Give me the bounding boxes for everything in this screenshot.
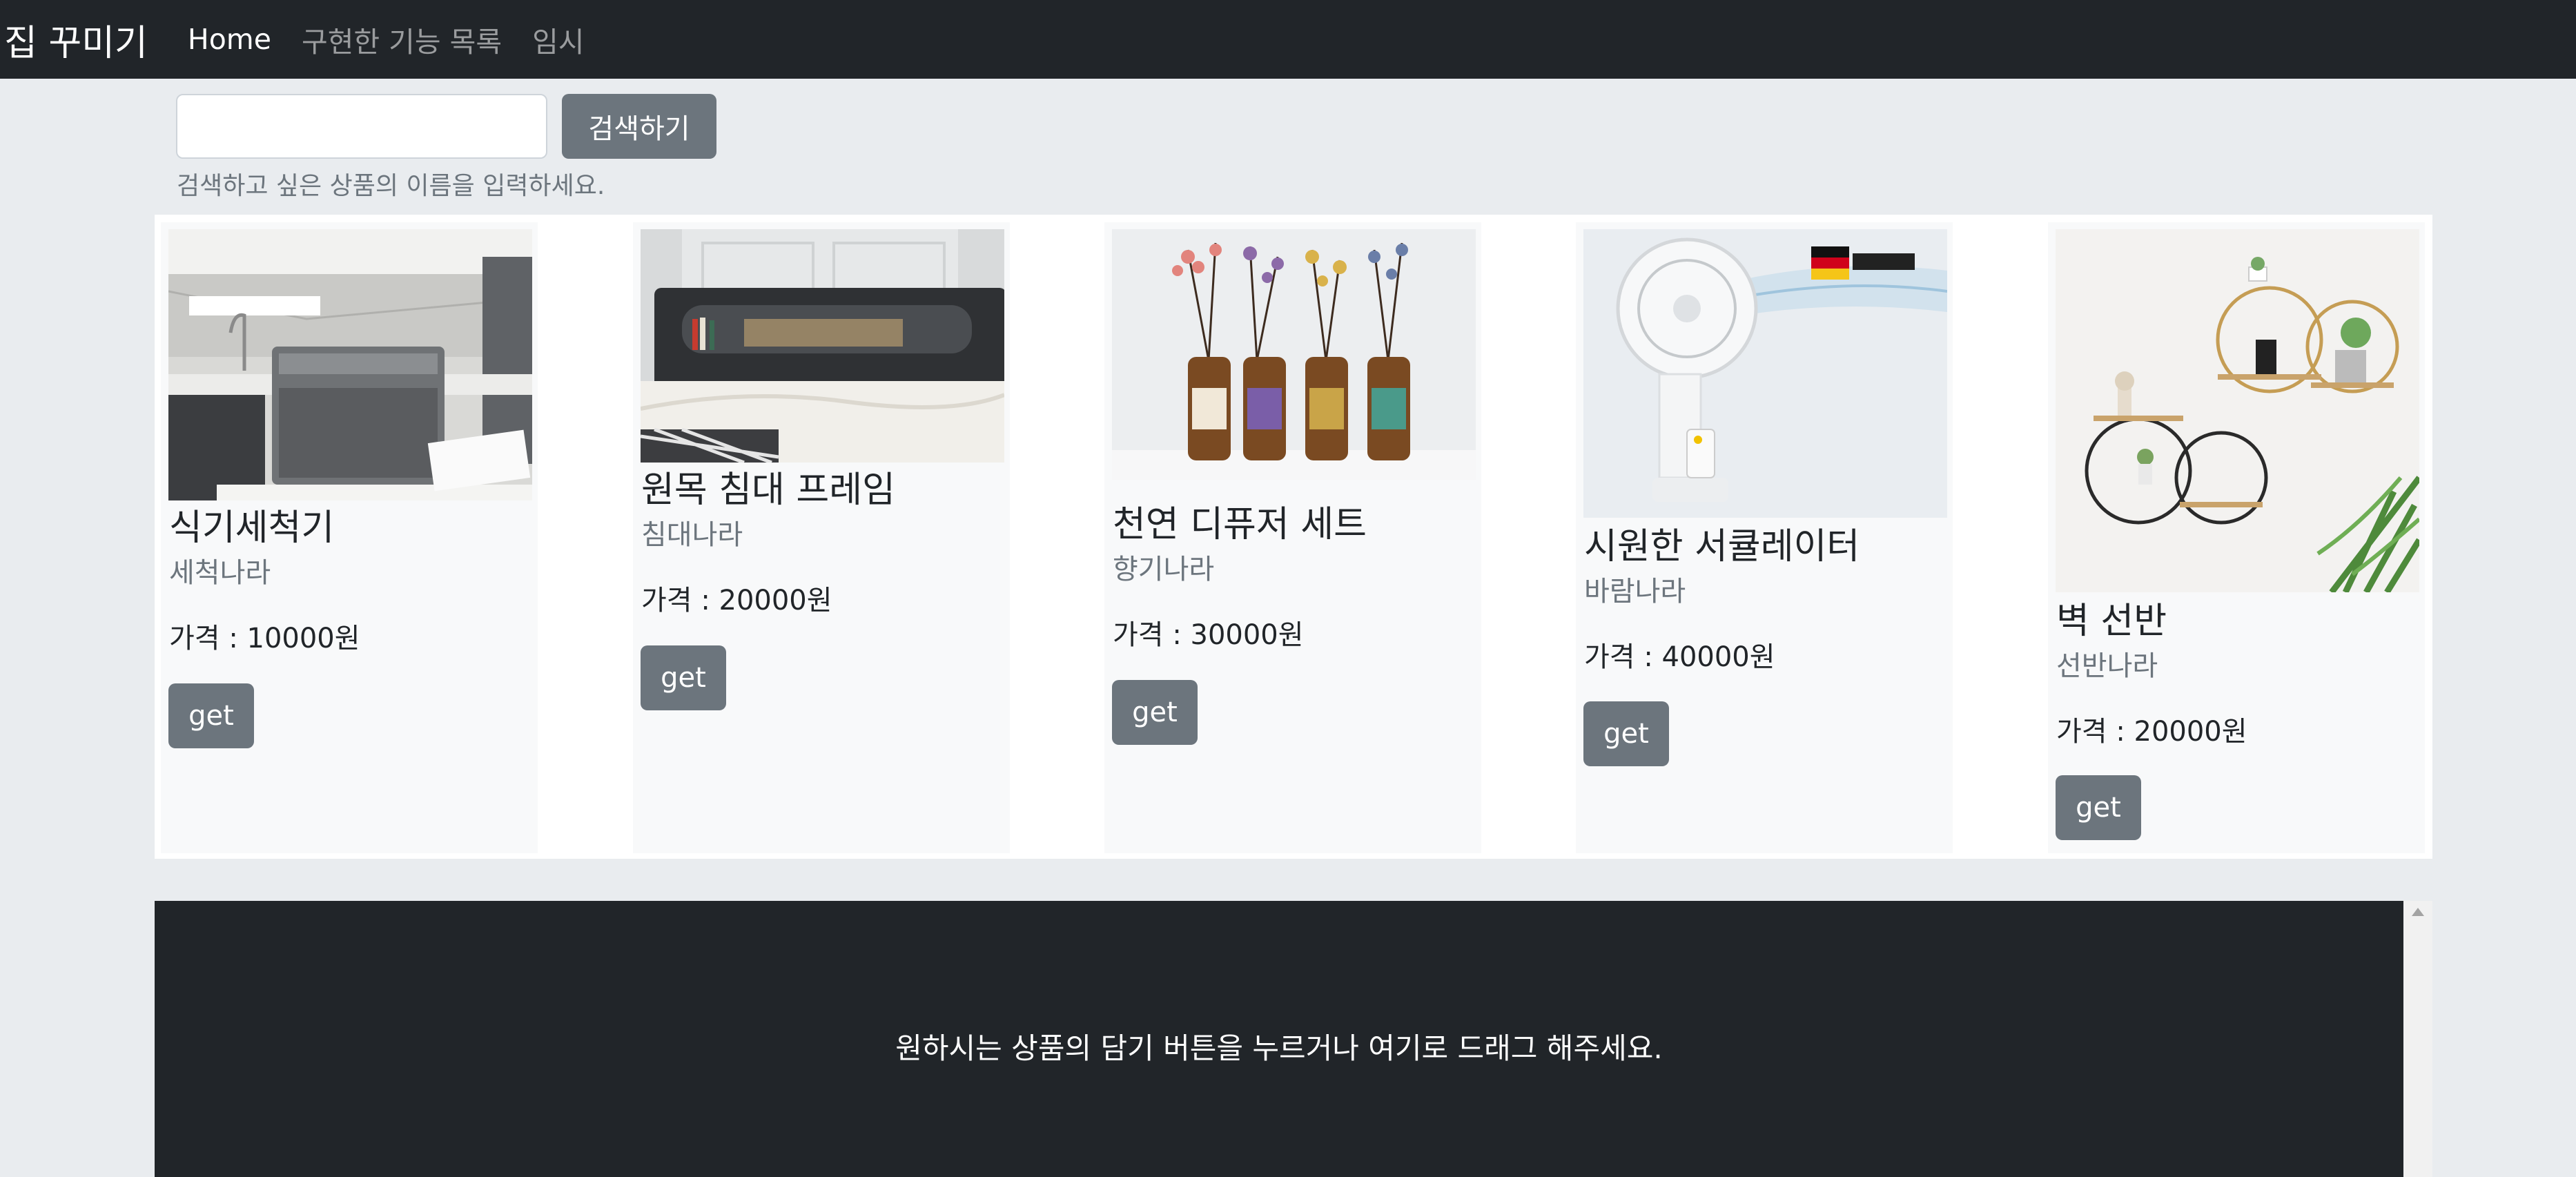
product-card-diffuser-set[interactable]: 천연 디퓨저 세트 향기나라 가격 : 30000원 get [1104,222,1481,853]
product-title: 식기세척기 [169,507,335,549]
product-seller: 선반나라 [2056,650,2158,682]
product-seller: 향기나라 [1113,554,1215,585]
get-button[interactable]: get [168,683,254,748]
product-seller: 세척나라 [169,557,271,589]
product-list: 식기세척기 세척나라 가격 : 10000원 get 원목 침대 프레임 침대나… [155,215,2432,859]
product-price: 가격 : 10000원 [169,623,360,654]
product-title: 천연 디퓨저 세트 [1113,504,1367,545]
nav-link-feature-list[interactable]: 구현한 기능 목록 [302,19,502,60]
product-price: 가격 : 30000원 [1113,619,1304,651]
product-price: 가격 : 40000원 [1584,641,1775,673]
nav-link-home[interactable]: Home [188,23,271,56]
search-button[interactable]: 검색하기 [562,94,716,159]
search-help-text: 검색하고 싶은 상품의 이름을 입력하세요. [177,172,605,200]
product-card-dishwasher[interactable]: 식기세척기 세척나라 가격 : 10000원 get [161,222,538,853]
cart-drop-zone[interactable]: 원하시는 상품의 담기 버튼을 누르거나 여기로 드래그 해주세요. [155,901,2403,1177]
product-title: 원목 침대 프레임 [641,469,895,511]
product-seller: 침대나라 [641,519,743,551]
product-image-bed-frame [641,229,1004,463]
product-title: 시원한 서큘레이터 [1584,526,1860,567]
top-navbar: 집 꾸미기 Home 구현한 기능 목록 임시 [0,0,2576,79]
get-button[interactable]: get [1583,701,1669,766]
product-price: 가격 : 20000원 [641,585,832,616]
product-card-bed-frame[interactable]: 원목 침대 프레임 침대나라 가격 : 20000원 get [633,222,1010,853]
product-card-circulator[interactable]: 시원한 서큘레이터 바람나라 가격 : 40000원 get [1576,222,1953,853]
product-seller: 바람나라 [1584,576,1686,607]
cart-instruction-text: 원하시는 상품의 담기 버튼을 누르거나 여기로 드래그 해주세요. [895,1031,1663,1065]
scroll-up-arrow-icon[interactable] [2412,908,2424,916]
product-title: 벽 선반 [2056,601,2167,642]
brand-logo[interactable]: 집 꾸미기 [4,14,148,66]
product-image-circulator [1583,229,1947,518]
product-image-diffuser-set [1112,229,1476,480]
nav-link-temp[interactable]: 임시 [532,19,584,60]
get-button[interactable]: get [2056,775,2141,840]
cart-scrollbar[interactable] [2403,901,2432,1177]
product-image-dishwasher [168,229,532,500]
product-price: 가격 : 20000원 [2056,716,2247,748]
get-button[interactable]: get [1112,680,1198,745]
product-card-wall-shelf[interactable]: 벽 선반 선반나라 가격 : 20000원 get [2048,222,2425,853]
search-input[interactable] [176,94,547,159]
get-button[interactable]: get [641,645,726,710]
product-image-wall-shelf [2056,229,2419,592]
